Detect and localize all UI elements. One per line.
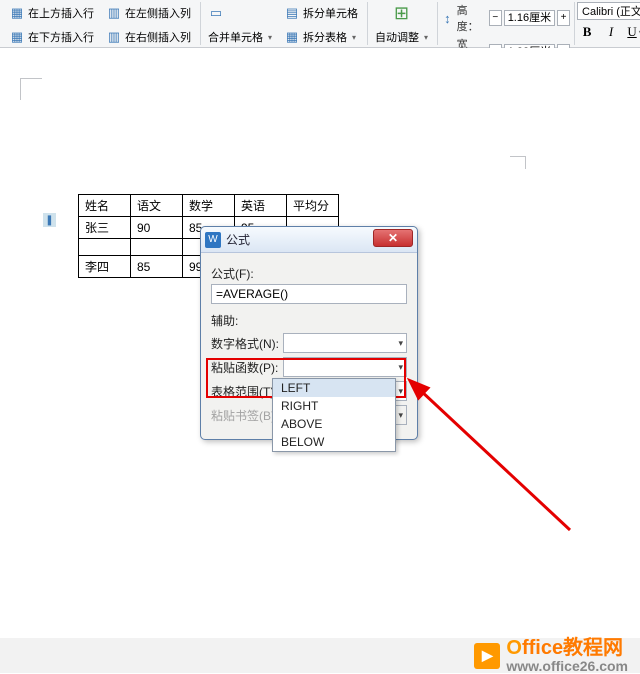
watermark-bar: ▶ Office教程网 www.office26.com [0,638,640,673]
table-cell[interactable]: 张三 [79,217,131,239]
insert-row-below-button[interactable]: ▦ 在下方插入行 [4,26,99,48]
table-row: 姓名 语文 数学 英语 平均分 [79,195,339,217]
paste-func-label: 粘贴函数(P): [211,359,279,376]
merge-cells-icon: ▭ [208,5,224,21]
insert-row-above-button[interactable]: ▦ 在上方插入行 [4,2,99,24]
table-header[interactable]: 平均分 [287,195,339,217]
watermark-logo-icon: ▶ [474,643,500,669]
close-button[interactable]: ✕ [373,229,413,247]
ribbon-group-merge-split: ▭ 合并单元格 ▾ ▤ 拆分单元格 ▦ 拆分表格 ▾ [203,2,368,45]
dropdown-item-below[interactable]: BELOW [273,433,395,451]
insert-col-right-icon: ▥ [106,29,122,45]
merge-cells-label: 合并单元格 [208,29,263,45]
underline-button[interactable]: U▾ [625,23,640,41]
chevron-down-icon: ▾ [268,33,272,42]
row-height-icon: ↕ [440,10,455,26]
insert-row-below-label: 在下方插入行 [28,29,94,45]
formula-input[interactable] [211,284,407,304]
table-header[interactable]: 语文 [131,195,183,217]
ribbon-group-size: ↕ 高度： − 1.16厘米 + ↔ 宽度： − 1.88厘米 + [440,2,575,45]
ribbon-group-font: Calibri (正文) ▾ 五号 ▾ B I U▾ A ▾ A ▾ 对 [577,2,640,45]
dropdown-item-left[interactable]: LEFT [273,379,395,397]
italic-button[interactable]: I [601,23,621,41]
dialog-titlebar[interactable]: W 公式 ✕ [201,227,417,253]
number-format-label: 数字格式(N): [211,335,279,352]
assist-label: 辅助: [211,312,407,329]
table-cell[interactable]: 90 [131,217,183,239]
paste-func-combo[interactable]: ▾ [283,357,407,377]
chevron-down-icon: ▾ [398,386,403,397]
table-cell[interactable]: 85 [131,256,183,278]
chevron-down-icon: ▾ [398,362,403,373]
paragraph-marker-icon: ❚ [43,213,56,227]
merge-cells-button[interactable]: ▭ [203,2,277,24]
page-margin-corner-tr [510,156,526,169]
font-name-combo[interactable]: Calibri (正文) ▾ [577,2,640,20]
ribbon-group-rows-cols: ▦ 在上方插入行 ▦ 在下方插入行 ▥ 在左侧插入列 ▥ 在右侧插入列 [4,2,201,45]
font-name-value: Calibri (正文) [582,3,640,19]
split-table-icon: ▦ [284,29,300,45]
page-margin-corner-tl [20,78,42,100]
autofit-button[interactable]: 自动调整 ▾ [370,26,433,48]
table-header[interactable]: 英语 [235,195,287,217]
ribbon-toolbar: ▦ 在上方插入行 ▦ 在下方插入行 ▥ 在左侧插入列 ▥ 在右侧插入列 ▭ [0,0,640,48]
bold-button[interactable]: B [577,23,597,41]
watermark-brand: Office教程网 [506,637,623,659]
table-header[interactable]: 数学 [183,195,235,217]
insert-col-right-label: 在右侧插入列 [125,29,191,45]
formula-label: 公式(F): [211,265,407,282]
split-table-button[interactable]: ▦ 拆分表格 ▾ [279,26,363,48]
chevron-down-icon: ▾ [424,33,428,42]
insert-row-below-icon: ▦ [9,29,25,45]
table-range-dropdown: LEFT RIGHT ABOVE BELOW [272,378,396,452]
dialog-title-text: 公式 [226,231,250,248]
height-value[interactable]: 1.16厘米 [504,10,555,26]
insert-col-left-icon: ▥ [106,5,122,21]
height-decrement[interactable]: − [489,10,502,26]
merge-cells-label-button[interactable]: 合并单元格 ▾ [203,26,277,48]
insert-row-above-label: 在上方插入行 [28,5,94,21]
table-cell[interactable] [131,239,183,256]
insert-col-left-label: 在左侧插入列 [125,5,191,21]
autofit-label: 自动调整 [375,29,419,45]
split-table-label: 拆分表格 [303,29,347,45]
table-range-label: 表格范围(T): [211,383,279,400]
chevron-down-icon: ▾ [352,33,356,42]
watermark-url: www.office26.com [506,659,628,674]
insert-col-left-button[interactable]: ▥ 在左侧插入列 [101,2,196,24]
number-format-combo[interactable]: ▾ [283,333,407,353]
chevron-down-icon: ▾ [398,410,403,421]
dropdown-item-right[interactable]: RIGHT [273,397,395,415]
dropdown-item-above[interactable]: ABOVE [273,415,395,433]
split-cells-button[interactable]: ▤ 拆分单元格 [279,2,363,24]
table-cell[interactable] [79,239,131,256]
table-header[interactable]: 姓名 [79,195,131,217]
split-cells-label: 拆分单元格 [303,5,358,21]
height-label: 高度： [457,2,487,34]
height-increment[interactable]: + [557,10,570,26]
insert-col-right-button[interactable]: ▥ 在右侧插入列 [101,26,196,48]
paste-bookmark-label: 粘贴书签(B): [211,407,279,424]
insert-row-above-icon: ▦ [9,5,25,21]
autofit-icon: ⊞ [391,2,413,24]
table-cell[interactable]: 李四 [79,256,131,278]
chevron-down-icon: ▾ [398,338,403,349]
app-icon: W [205,232,221,248]
ribbon-group-autofit: ⊞ 自动调整 ▾ [370,2,438,45]
split-cells-icon: ▤ [284,5,300,21]
